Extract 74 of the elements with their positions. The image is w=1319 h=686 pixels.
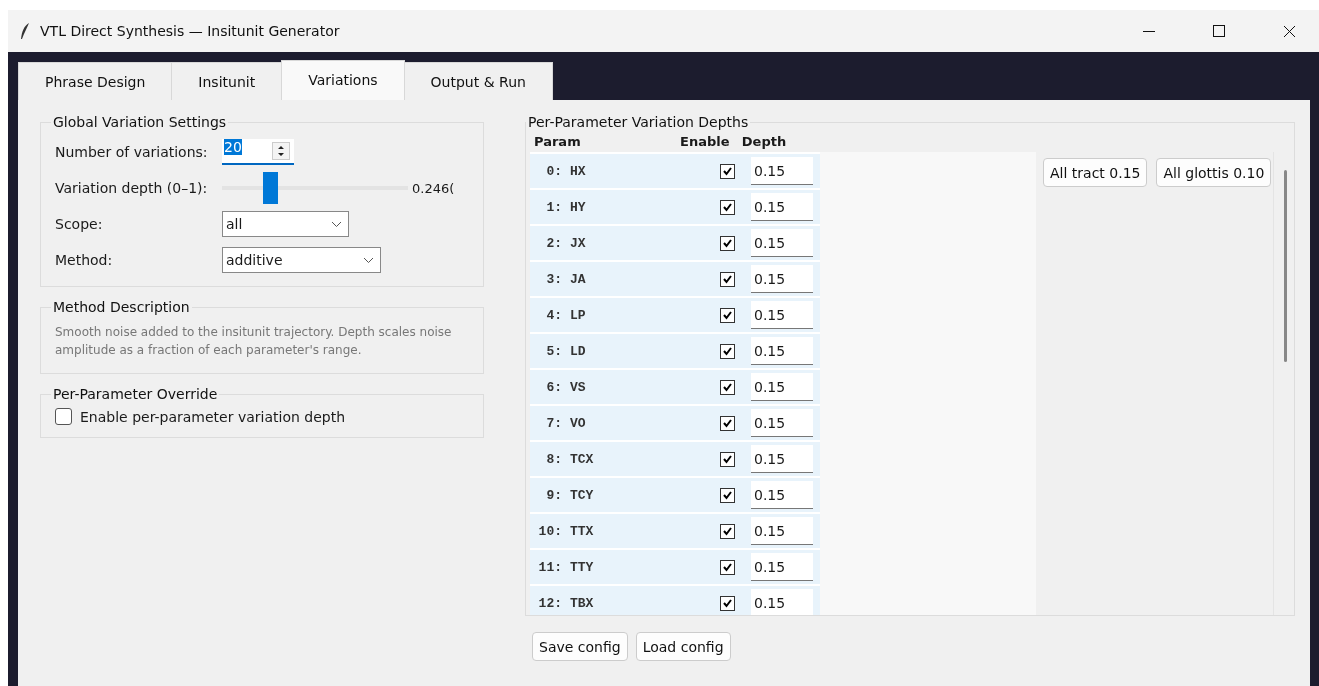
depth-field[interactable]: 0.15	[751, 337, 813, 365]
method-dropdown[interactable]: additive	[222, 247, 381, 273]
chevron-icon	[363, 256, 374, 264]
field-label: Variation depth (0–1):	[55, 180, 209, 196]
param-name: 1: HY	[545, 199, 587, 215]
param-name: 10: TTX	[537, 523, 595, 539]
param-name: 0: HX	[545, 163, 587, 179]
enable-checkbox[interactable]	[720, 487, 735, 503]
depth-field[interactable]: 0.15	[751, 409, 813, 437]
depth-field[interactable]: 0.15	[751, 301, 813, 329]
depth-field[interactable]: 0.15	[751, 193, 813, 221]
enable-checkbox[interactable]	[720, 163, 735, 179]
depth-field[interactable]: 0.15	[751, 517, 813, 545]
chevron-icon	[331, 220, 342, 228]
scrollbar-thumb[interactable]	[1284, 170, 1287, 362]
param-name: 3: JA	[545, 271, 587, 287]
param-name: 11: TTY	[537, 559, 595, 575]
group-title: Global Variation Settings	[52, 114, 228, 130]
tab[interactable]: Insitunit	[171, 62, 283, 100]
depth-field[interactable]: 0.15	[751, 481, 813, 509]
depth-field[interactable]: 0.15	[751, 553, 813, 581]
column-header: Enable	[680, 133, 731, 149]
depth-field[interactable]: 0.15	[751, 229, 813, 257]
param-name: 2: JX	[545, 235, 587, 251]
tab[interactable]: Phrase Design	[18, 62, 173, 100]
spin-box[interactable]: 20	[222, 139, 294, 165]
slider-thumb[interactable]	[263, 172, 279, 204]
group-title: Method Description	[52, 299, 191, 315]
tab[interactable]: Output & Run	[403, 62, 553, 100]
enable-checkbox[interactable]	[720, 199, 735, 215]
spin-arrows-icon	[272, 142, 290, 160]
enable-checkbox[interactable]	[720, 343, 735, 359]
close-icon	[1282, 24, 1296, 38]
param-name: 8: TCX	[545, 451, 595, 467]
feather-icon	[20, 22, 30, 40]
enable-checkbox[interactable]	[720, 307, 735, 323]
enable-checkbox[interactable]	[720, 271, 735, 287]
method-description: Smooth noise added to the insitunit trajectory. Depth scales noise amplitude as a fraction of each parameter's range.	[55, 324, 453, 359]
param-name: 7: VO	[545, 415, 587, 431]
preset-button[interactable]: All glottis 0.10	[1156, 158, 1272, 187]
config-button[interactable]: Save config	[532, 632, 628, 661]
param-name: 9: TCY	[545, 487, 595, 503]
enable-checkbox[interactable]	[720, 451, 735, 467]
enable-checkbox[interactable]	[720, 595, 735, 611]
depth-field[interactable]: 0.15	[751, 445, 813, 473]
field-label: Method:	[55, 252, 114, 268]
depth-field[interactable]: 0.15	[751, 157, 813, 185]
depth-field[interactable]: 0.15	[751, 589, 813, 615]
param-name: 12: TBX	[537, 595, 595, 611]
group-title: Per-Parameter Override	[52, 386, 219, 402]
slider-reading: 0.246(	[412, 180, 455, 196]
enable-checkbox[interactable]	[720, 235, 735, 251]
column-header: Param	[534, 133, 582, 149]
param-name: 6: VS	[545, 379, 587, 395]
field-label: Scope:	[55, 216, 104, 232]
config-button[interactable]: Load config	[635, 632, 731, 661]
override-checkbox[interactable]: Enable per-parameter variation depth	[55, 406, 469, 429]
enable-checkbox[interactable]	[720, 523, 735, 539]
param-name: 5: LD	[545, 343, 587, 359]
enable-checkbox[interactable]	[720, 415, 735, 431]
depth-field[interactable]: 0.15	[751, 265, 813, 293]
enable-checkbox[interactable]	[720, 379, 735, 395]
window-title: VTL Direct Synthesis — Insitunit Generator	[40, 23, 341, 39]
preset-button[interactable]: All tract 0.15	[1043, 158, 1148, 187]
param-name: 4: LP	[545, 307, 587, 323]
column-header: Depth	[740, 133, 788, 149]
minimize-icon	[1143, 30, 1155, 32]
depth-field[interactable]: 0.15	[751, 373, 813, 401]
maximize-icon	[1213, 25, 1225, 37]
scope-dropdown[interactable]: all	[222, 211, 349, 237]
tab[interactable]: Variations	[281, 60, 405, 100]
field-label: Number of variations:	[55, 144, 209, 160]
enable-checkbox[interactable]	[720, 559, 735, 575]
group-title: Per-Parameter Variation Depths	[527, 114, 750, 130]
